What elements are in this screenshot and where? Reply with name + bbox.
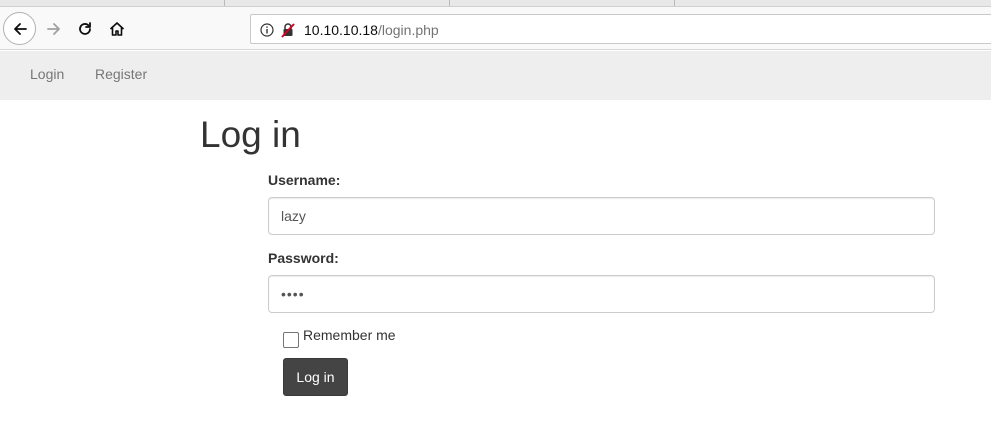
page-title: Log in — [200, 114, 301, 155]
remember-me-row[interactable]: Remember me — [283, 327, 396, 348]
browser-tab[interactable] — [225, 0, 450, 6]
nav-link-login[interactable]: Login — [30, 66, 64, 82]
forward-button[interactable] — [40, 15, 68, 43]
reload-icon — [79, 22, 91, 35]
insecure-lock-icon[interactable] — [279, 21, 296, 38]
login-button[interactable]: Log in — [283, 358, 348, 396]
url-text[interactable]: 10.10.10.18/login.php — [304, 22, 439, 38]
back-button[interactable] — [3, 12, 36, 45]
arrow-right-icon — [47, 23, 60, 35]
url-path: /login.php — [377, 22, 439, 38]
password-label: Password: — [268, 250, 339, 266]
home-button[interactable] — [103, 15, 131, 43]
browser-tab[interactable] — [0, 0, 225, 6]
url-bar[interactable]: 10.10.10.18/login.php — [250, 14, 991, 44]
home-icon — [109, 22, 125, 36]
reload-button[interactable] — [71, 15, 99, 43]
arrow-left-icon — [13, 22, 27, 35]
browser-toolbar: 10.10.10.18/login.php — [0, 7, 991, 50]
info-icon[interactable] — [258, 21, 275, 38]
remember-me-checkbox[interactable] — [283, 332, 299, 348]
site-navbar: Login Register — [0, 51, 991, 100]
username-field[interactable] — [268, 197, 935, 235]
browser-tab[interactable] — [450, 0, 675, 6]
password-field[interactable] — [268, 275, 935, 313]
nav-link-register[interactable]: Register — [95, 66, 147, 82]
remember-me-label[interactable]: Remember me — [303, 327, 396, 343]
browser-tab-strip — [0, 0, 991, 7]
username-label: Username: — [268, 172, 341, 188]
url-host: 10.10.10.18 — [304, 22, 378, 38]
